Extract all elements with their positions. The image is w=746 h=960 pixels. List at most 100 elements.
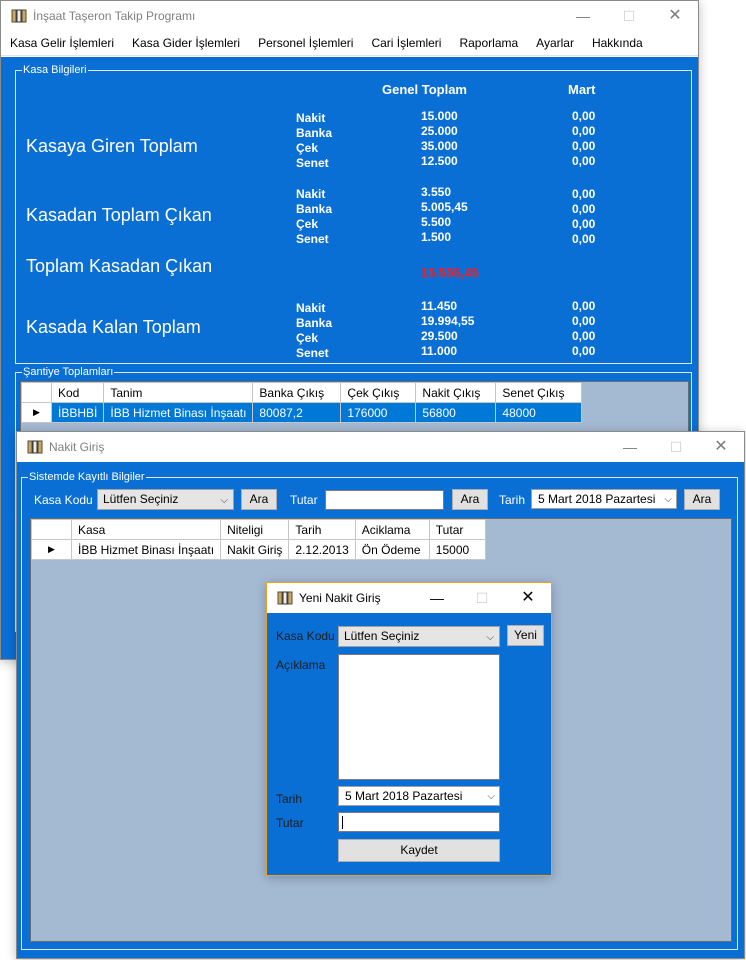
- santiye-cell-banka[interactable]: 80087,2: [252, 402, 342, 423]
- nakit-kasa-kodu-value: Lütfen Seçiniz: [103, 492, 179, 506]
- santiye-col-nakit[interactable]: Nakit Çıkış: [415, 382, 497, 403]
- giren-total-nakit: 15.000: [421, 109, 458, 123]
- menu-kasa-gider[interactable]: Kasa Gider İşlemleri: [123, 31, 249, 55]
- santiye-col-cek[interactable]: Çek Çıkış: [340, 382, 417, 403]
- maximize-icon[interactable]: ☐: [664, 436, 688, 458]
- yeni-kasa-button[interactable]: Yeni: [507, 625, 544, 646]
- yeni-nakit-giris-dialog: Yeni Nakit Giriş — ☐ ✕ Kasa Kodu Lütfen …: [266, 582, 552, 876]
- yeni-tarih-value: 5 Mart 2018 Pazartesi: [345, 789, 463, 803]
- nakit-ara-tutar-button[interactable]: Ara: [452, 489, 488, 510]
- nakit-tutar-label: Tutar: [290, 493, 318, 507]
- nakit-col-tutar[interactable]: Tutar: [428, 519, 486, 540]
- nakit-col-niteligi[interactable]: Niteligi: [220, 519, 290, 540]
- giren-label-senet: Senet: [296, 156, 329, 170]
- santiye-cell-cek[interactable]: 176000: [340, 402, 417, 423]
- cikan-title: Kasadan Toplam Çıkan: [26, 205, 212, 225]
- kalan-month-nakit: 0,00: [572, 299, 596, 313]
- chevron-down-icon[interactable]: ⌵: [662, 491, 672, 508]
- table-row[interactable]: ▶ İBBHBİ İBB Hizmet Binası İnşaatı 80087…: [21, 402, 583, 423]
- santiye-col-banka[interactable]: Banka Çıkış: [252, 382, 342, 403]
- chevron-down-icon[interactable]: ⌵: [486, 628, 494, 647]
- nakit-cell-niteligi[interactable]: Nakit Giriş: [220, 539, 290, 560]
- nakit-kasa-kodu-label: Kasa Kodu: [34, 493, 93, 507]
- main-titlebar[interactable]: İnşaat Taşeron Takip Programı — ☐ ✕: [1, 1, 698, 31]
- menu-personel[interactable]: Personel İşlemleri: [249, 31, 362, 55]
- nakit-col-kasa[interactable]: Kasa: [70, 519, 222, 540]
- menu-hakkinda[interactable]: Hakkında: [583, 31, 652, 55]
- nakit-col-aciklama[interactable]: Aciklama: [354, 519, 430, 540]
- nakit-cell-tarih[interactable]: 2.12.2013: [288, 539, 356, 560]
- chevron-down-icon[interactable]: ⌵: [220, 491, 228, 510]
- nakit-tarih-picker[interactable]: 5 Mart 2018 Pazartesi ⌵: [531, 489, 677, 509]
- menu-ayarlar[interactable]: Ayarlar: [527, 31, 583, 55]
- nakit-cell-kasa[interactable]: İBB Hizmet Binası İnşaatı: [70, 539, 222, 560]
- santiye-cell-nakit[interactable]: 56800: [415, 402, 497, 423]
- giren-label-cek: Çek: [296, 141, 319, 155]
- menu-raporlama[interactable]: Raporlama: [450, 31, 527, 55]
- nakit-window-title: Nakit Giriş: [49, 440, 105, 454]
- close-icon[interactable]: ✕: [709, 436, 733, 458]
- kalan-total-banka: 19.994,55: [421, 314, 475, 328]
- nakit-ara-tarih-button[interactable]: Ara: [684, 489, 720, 510]
- kaydet-button[interactable]: Kaydet: [338, 839, 500, 862]
- giren-label-nakit: Nakit: [296, 111, 326, 125]
- nakit-header-row: Kasa Niteligi Tarih Aciklama Tutar: [31, 519, 486, 540]
- minimize-icon[interactable]: —: [425, 587, 449, 609]
- kalan-label-cek: Çek: [296, 331, 319, 345]
- chevron-down-icon[interactable]: ⌵: [485, 788, 495, 805]
- santiye-header-row: Kod Tanim Banka Çıkış Çek Çıkış Nakit Çı…: [21, 382, 583, 403]
- giren-title: Kasaya Giren Toplam: [26, 136, 198, 156]
- santiye-col-tanim[interactable]: Tanim: [103, 382, 254, 403]
- nakit-col-tarih[interactable]: Tarih: [288, 519, 356, 540]
- santiye-cell-tanim[interactable]: İBB Hizmet Binası İnşaatı: [103, 402, 254, 423]
- cikan-months: 0,00 0,00 0,00 0,00: [572, 187, 595, 247]
- giren-total-cek: 35.000: [421, 139, 458, 153]
- cikan-month-senet: 0,00: [572, 232, 596, 246]
- kasa-bilgileri-legend: Kasa Bilgileri: [22, 63, 88, 77]
- menu-kasa-gelir[interactable]: Kasa Gelir İşlemleri: [1, 31, 123, 55]
- nakit-ara-kasa-button[interactable]: Ara: [241, 489, 277, 510]
- yeni-aciklama-label: Açıklama: [276, 658, 326, 672]
- nakit-cell-aciklama[interactable]: Ön Ödeme: [354, 539, 430, 560]
- menu-cari[interactable]: Cari İşlemleri: [362, 31, 450, 55]
- kalan-title: Kasada Kalan Toplam: [26, 317, 201, 337]
- giren-total-senet: 12.500: [421, 154, 458, 168]
- santiye-cell-senet[interactable]: 48000: [495, 402, 583, 423]
- yeni-window-title: Yeni Nakit Giriş: [299, 591, 381, 605]
- maximize-icon[interactable]: ☐: [470, 587, 494, 609]
- book-icon: [277, 591, 293, 605]
- sistemde-kayitli-legend: Sistemde Kayıtlı Bilgiler: [28, 470, 146, 484]
- col-mart: Mart: [568, 82, 596, 97]
- giren-month-cek: 0,00: [572, 139, 596, 153]
- yeni-tutar-input[interactable]: [338, 812, 500, 832]
- santiye-cell-kod[interactable]: İBBHBİ: [50, 402, 105, 423]
- yeni-titlebar[interactable]: Yeni Nakit Giriş — ☐ ✕: [267, 583, 551, 613]
- santiye-col-senet[interactable]: Senet Çıkış: [495, 382, 583, 403]
- giren-label-banka: Banka: [296, 126, 333, 140]
- nakit-tutar-input[interactable]: [325, 490, 444, 510]
- kalan-labels: Nakit Banka Çek Senet: [296, 301, 332, 361]
- minimize-icon[interactable]: —: [618, 436, 642, 458]
- close-icon[interactable]: ✕: [663, 5, 687, 27]
- toplam-cikan-value: 15.555,45: [421, 265, 479, 280]
- row-header-corner: [21, 382, 52, 403]
- cikan-totals: 3.550 5.005,45 5.500 1.500: [421, 185, 468, 245]
- nakit-cell-tutar[interactable]: 15000: [428, 539, 486, 560]
- giren-labels: Nakit Banka Çek Senet: [296, 111, 332, 171]
- cikan-month-banka: 0,00: [572, 202, 596, 216]
- cikan-label-banka: Banka: [296, 202, 333, 216]
- table-row[interactable]: ▶ İBB Hizmet Binası İnşaatı Nakit Giriş …: [31, 539, 486, 560]
- giren-month-senet: 0,00: [572, 154, 596, 168]
- santiye-col-kod[interactable]: Kod: [50, 382, 105, 403]
- yeni-kasa-kodu-value: Lütfen Seçiniz: [344, 629, 420, 643]
- minimize-icon[interactable]: —: [571, 5, 595, 27]
- yeni-aciklama-textarea[interactable]: [338, 654, 500, 780]
- nakit-titlebar[interactable]: Nakit Giriş — ☐ ✕: [17, 432, 744, 462]
- kalan-month-cek: 0,00: [572, 329, 596, 343]
- santiye-table: Kod Tanim Banka Çıkış Çek Çıkış Nakit Çı…: [21, 382, 583, 423]
- close-icon[interactable]: ✕: [516, 587, 540, 609]
- yeni-kasa-kodu-select[interactable]: Lütfen Seçiniz ⌵: [338, 626, 500, 647]
- maximize-icon[interactable]: ☐: [617, 5, 641, 27]
- nakit-kasa-kodu-select[interactable]: Lütfen Seçiniz ⌵: [97, 489, 234, 510]
- yeni-tarih-picker[interactable]: 5 Mart 2018 Pazartesi ⌵: [338, 786, 500, 806]
